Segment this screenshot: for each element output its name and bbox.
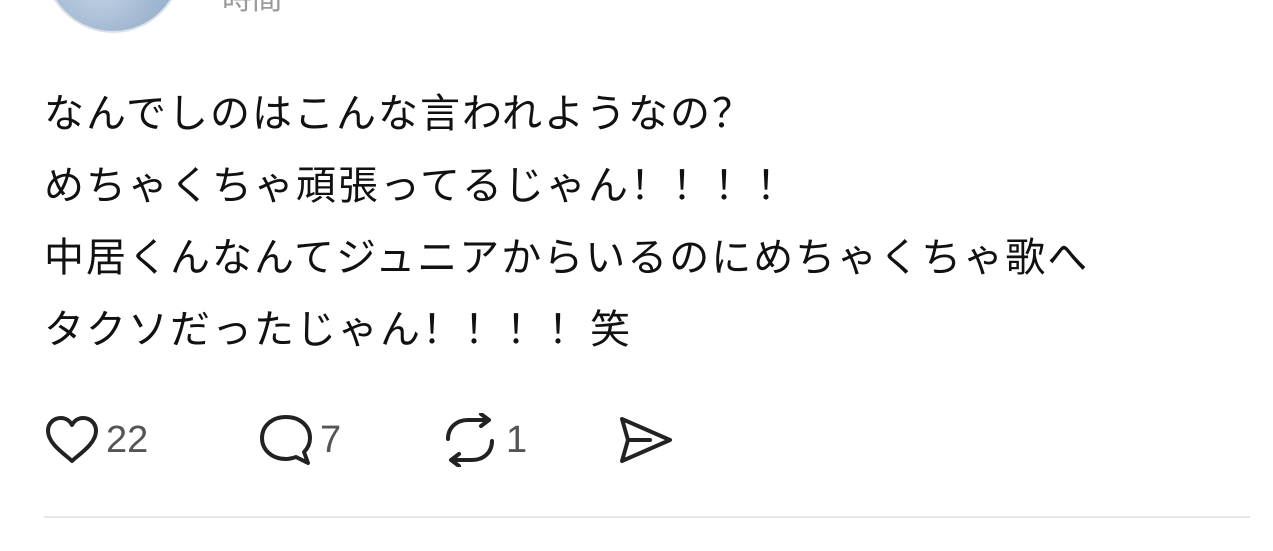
like-button[interactable]: 22 [44,412,258,468]
reply-count: 7 [320,419,342,461]
post-text-line: なんでしのはこんな言われようなの？ [44,91,754,137]
repost-count: 1 [506,419,528,461]
post-text: なんでしのはこんな言われようなの？ めちゃくちゃ頑張ってるじゃん！！！！ 中居く… [44,78,1259,366]
repost-icon [446,413,494,467]
reply-button[interactable]: 7 [258,412,440,468]
post-text-line: 中居くんなんてジュニアからいるのにめちゃくちゃ歌へ [44,235,1090,281]
action-bar: 22 7 1 [44,412,676,468]
speech-bubble-icon [260,415,312,465]
avatar[interactable] [44,0,182,33]
heart-icon [46,416,98,463]
divider [44,516,1250,518]
like-count: 22 [106,419,149,461]
share-button[interactable] [616,412,676,468]
post-timestamp: 時間 [222,0,282,18]
send-icon [620,417,672,463]
post-text-line: めちゃくちゃ頑張ってるじゃん！！！！ [44,163,798,209]
repost-button[interactable]: 1 [440,412,616,468]
post-text-line: タクソだったじゃん！！！！笑 [44,307,632,353]
